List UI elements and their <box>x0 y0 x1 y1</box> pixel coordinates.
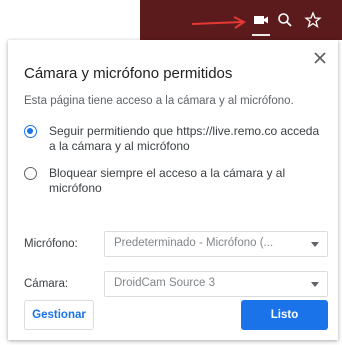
microphone-select[interactable]: Predeterminado - Micrófono (... <box>104 231 328 257</box>
microphone-label: Micrófono: <box>24 238 78 250</box>
done-button[interactable]: Listo <box>241 300 328 330</box>
radio-allow[interactable] <box>24 125 37 138</box>
camera-label: Cámara: <box>24 278 69 290</box>
star-icon[interactable] <box>304 11 322 29</box>
search-icon[interactable] <box>276 11 294 29</box>
camera-select[interactable]: DroidCam Source 3 <box>104 271 328 297</box>
camera-icon[interactable] <box>252 11 270 29</box>
option-block-label: Bloquear siempre el acceso a la cámara y… <box>49 166 286 195</box>
manage-button[interactable]: Gestionar <box>24 300 94 330</box>
popup-description: Esta página tiene acceso a la cámara y a… <box>24 95 294 107</box>
camera-select-value: DroidCam Source 3 <box>114 277 215 289</box>
radio-block[interactable] <box>24 167 37 180</box>
popup-title: Cámara y micrófono permitidos <box>24 65 233 82</box>
close-icon[interactable] <box>312 50 328 66</box>
camera-indicator-underline <box>252 34 270 36</box>
microphone-select-value: Predeterminado - Micrófono (... <box>114 237 274 249</box>
option-allow[interactable]: Seguir permitiendo que https://live.remo… <box>24 124 324 154</box>
permission-popup: Cámara y micrófono permitidos Esta págin… <box>8 40 338 340</box>
red-arrow-icon <box>191 16 246 29</box>
option-allow-label: Seguir permitiendo que https://live.remo… <box>49 124 320 153</box>
chevron-down-icon <box>311 242 319 247</box>
chevron-down-icon <box>311 282 319 287</box>
option-block[interactable]: Bloquear siempre el acceso a la cámara y… <box>24 166 324 196</box>
